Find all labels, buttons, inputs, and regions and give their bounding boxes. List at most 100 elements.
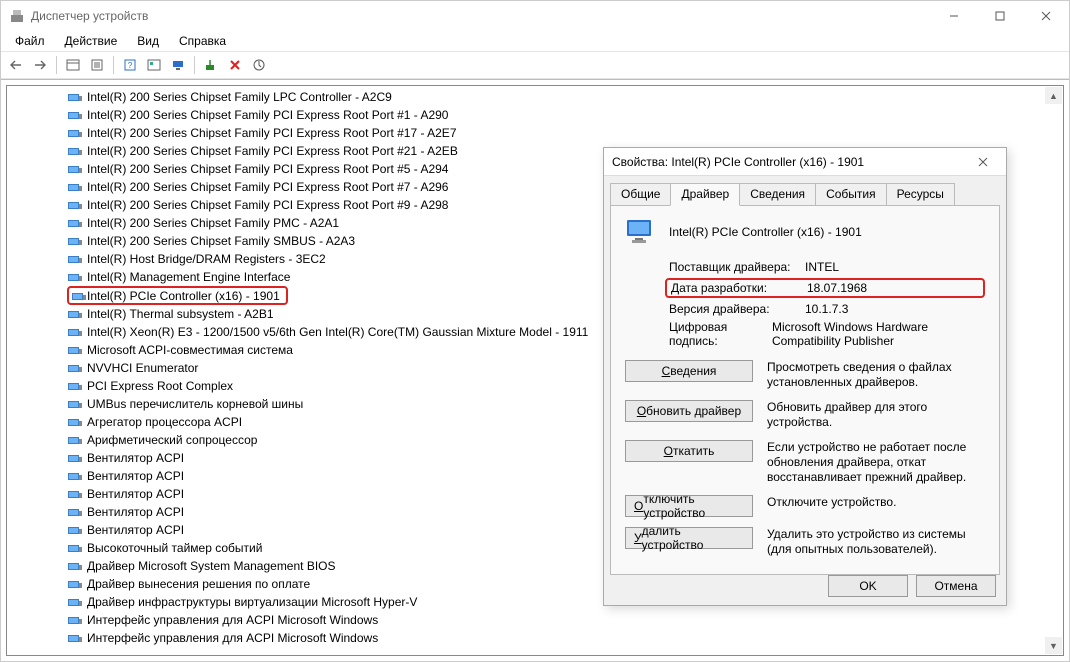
tree-item[interactable]: Intel(R) 200 Series Chipset Family PCI E… <box>7 124 1063 142</box>
action-description: Удалить это устройство из системы (для о… <box>767 527 985 557</box>
uninstall-button[interactable] <box>224 54 246 76</box>
device-icon <box>67 181 83 193</box>
dialog-tabs: ОбщиеДрайверСведенияСобытияРесурсы <box>604 176 1006 205</box>
tree-item-label: Арифметический сопроцессор <box>87 433 257 447</box>
menu-file[interactable]: Файл <box>7 32 53 50</box>
device-header: Intel(R) PCIe Controller (x16) - 1901 <box>625 218 985 246</box>
tree-item-label: Драйвер Microsoft System Management BIOS <box>87 559 336 573</box>
tab-общие[interactable]: Общие <box>610 183 671 206</box>
action-row: Отключить устройство Отключите устройство… <box>625 495 985 517</box>
device-icon <box>67 542 83 554</box>
dialog-footer: OK Отмена <box>828 575 996 597</box>
show-hide-tree-button[interactable] <box>62 54 84 76</box>
device-icon <box>67 380 83 392</box>
action-button[interactable]: Удалить устройство <box>625 527 753 549</box>
menu-view[interactable]: Вид <box>129 32 167 50</box>
close-button[interactable] <box>1023 1 1069 31</box>
tab-события[interactable]: События <box>815 183 887 206</box>
tree-item-label: Intel(R) 200 Series Chipset Family SMBUS… <box>87 234 355 248</box>
back-button[interactable] <box>5 54 27 76</box>
minimize-button[interactable] <box>931 1 977 31</box>
monitor-button[interactable] <box>167 54 189 76</box>
titlebar: Диспетчер устройств <box>1 1 1069 31</box>
tab-сведения[interactable]: Сведения <box>739 183 816 206</box>
scan-hardware-button[interactable] <box>248 54 270 76</box>
tree-item-label: Intel(R) Host Bridge/DRAM Registers - 3E… <box>87 252 326 266</box>
device-icon <box>67 506 83 518</box>
action-button[interactable]: Сведения <box>625 360 753 382</box>
ok-button[interactable]: OK <box>828 575 908 597</box>
tree-item-label: Intel(R) 200 Series Chipset Family PCI E… <box>87 144 458 158</box>
dialog-title: Свойства: Intel(R) PCIe Controller (x16)… <box>612 155 968 169</box>
window-controls <box>931 1 1069 31</box>
device-icon <box>67 109 83 121</box>
tree-item-label: Интерфейс управления для ACPI Microsoft … <box>87 631 378 645</box>
device-icon <box>67 398 83 410</box>
info-row: Цифровая подпись:Microsoft Windows Hardw… <box>669 320 985 348</box>
info-label: Цифровая подпись: <box>669 320 772 348</box>
action-row: Обновить драйверОбновить драйвер для это… <box>625 400 985 430</box>
tree-item-label: Intel(R) 200 Series Chipset Family PCI E… <box>87 180 448 194</box>
tree-item-highlighted[interactable]: Intel(R) PCIe Controller (x16) - 1901 <box>67 286 288 305</box>
maximize-button[interactable] <box>977 1 1023 31</box>
tree-item-label: NVVHCI Enumerator <box>87 361 198 375</box>
toolbar-separator <box>194 56 195 74</box>
tree-item-label: Вентилятор ACPI <box>87 487 184 501</box>
scroll-down-arrow[interactable]: ▼ <box>1045 637 1062 654</box>
update-driver-button[interactable] <box>200 54 222 76</box>
properties-button[interactable] <box>86 54 108 76</box>
tab-ресурсы[interactable]: Ресурсы <box>886 183 955 206</box>
scan-icon-button[interactable] <box>143 54 165 76</box>
cancel-button[interactable]: Отмена <box>916 575 996 597</box>
device-icon <box>67 308 83 320</box>
device-icon <box>67 632 83 644</box>
device-icon <box>67 145 83 157</box>
help-button[interactable]: ? <box>119 54 141 76</box>
tree-item-label: Вентилятор ACPI <box>87 451 184 465</box>
dialog-close-button[interactable] <box>968 152 998 172</box>
tree-item-label: Intel(R) Thermal subsystem - A2B1 <box>87 307 274 321</box>
device-icon <box>67 524 83 536</box>
action-description: Отключите устройство. <box>767 495 985 510</box>
forward-button[interactable] <box>29 54 51 76</box>
info-value: INTEL <box>805 260 839 274</box>
info-row-highlighted: Дата разработки:18.07.1968 <box>665 278 985 298</box>
device-icon <box>67 271 83 283</box>
svg-text:?: ? <box>128 61 133 70</box>
tree-item-label: Intel(R) PCIe Controller (x16) - 1901 <box>87 289 280 303</box>
info-label: Версия драйвера: <box>669 302 805 316</box>
tree-item[interactable]: Intel(R) 200 Series Chipset Family PCI E… <box>7 106 1063 124</box>
tab-body-driver: Intel(R) PCIe Controller (x16) - 1901 По… <box>610 205 1000 575</box>
tree-item-label: Драйвер инфраструктуры виртуализации Mic… <box>87 595 417 609</box>
action-description: Просмотреть сведения о файлах установлен… <box>767 360 985 390</box>
tree-item[interactable]: Интерфейс управления для ACPI Microsoft … <box>7 611 1063 629</box>
menu-action[interactable]: Действие <box>57 32 126 50</box>
tree-item-label: Microsoft ACPI-совместимая система <box>87 343 293 357</box>
device-icon <box>67 127 83 139</box>
info-label: Поставщик драйвера: <box>669 260 805 274</box>
tree-item-label: Вентилятор ACPI <box>87 505 184 519</box>
device-icon <box>67 488 83 500</box>
tree-item[interactable]: Интерфейс управления для ACPI Microsoft … <box>7 629 1063 647</box>
tree-item-label: Вентилятор ACPI <box>87 523 184 537</box>
device-icon <box>67 163 83 175</box>
device-icon <box>67 452 83 464</box>
tree-item-label: Intel(R) 200 Series Chipset Family LPC C… <box>87 90 392 104</box>
action-row: Сведения Просмотреть сведения о файлах ус… <box>625 360 985 390</box>
device-icon <box>67 235 83 247</box>
tree-item-label: Драйвер вынесения решения по оплате <box>87 577 310 591</box>
device-icon <box>67 578 83 590</box>
tree-item[interactable]: Intel(R) 200 Series Chipset Family LPC C… <box>7 88 1063 106</box>
device-icon <box>67 614 83 626</box>
info-value: 10.1.7.3 <box>805 302 848 316</box>
menu-help[interactable]: Справка <box>171 32 234 50</box>
toolbar-separator <box>113 56 114 74</box>
menubar: Файл Действие Вид Справка <box>1 31 1069 51</box>
tab-драйвер[interactable]: Драйвер <box>670 183 740 206</box>
scroll-up-arrow[interactable]: ▲ <box>1045 87 1062 104</box>
action-button[interactable]: Откатить <box>625 440 753 462</box>
action-button[interactable]: Отключить устройство <box>625 495 753 517</box>
device-icon <box>67 416 83 428</box>
action-button[interactable]: Обновить драйвер <box>625 400 753 422</box>
action-description: Если устройство не работает после обновл… <box>767 440 985 485</box>
